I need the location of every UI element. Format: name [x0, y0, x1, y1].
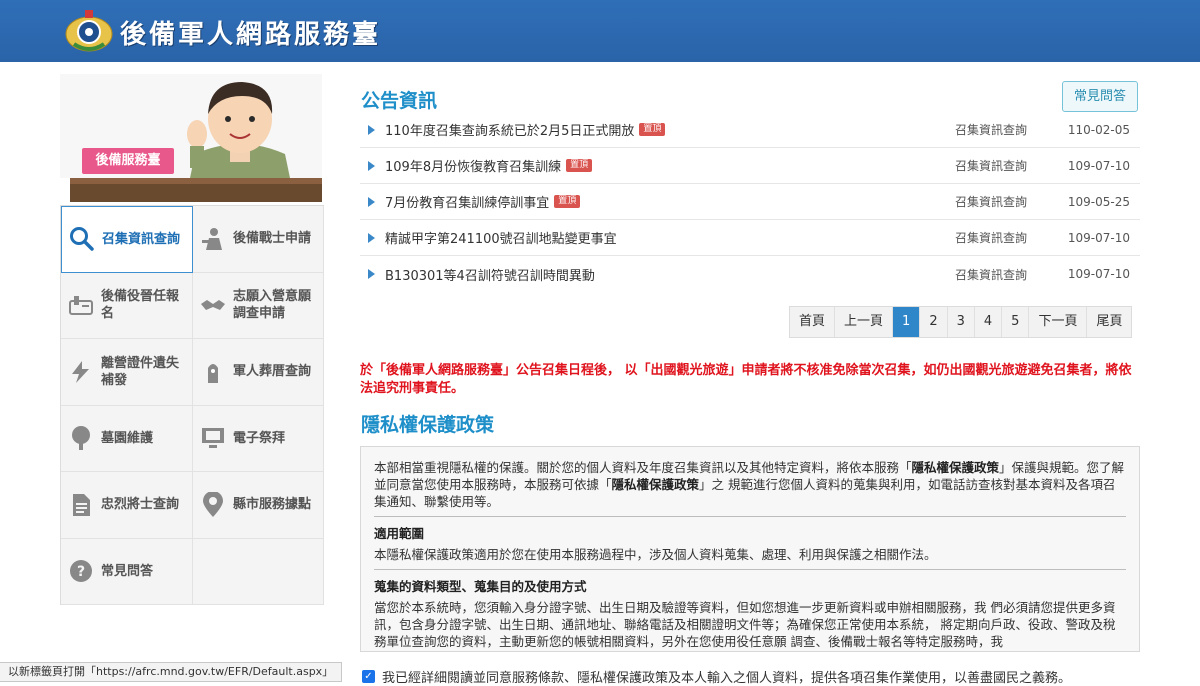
menu-item-faq[interactable]: ? 常見問答	[61, 538, 193, 605]
announcement-row[interactable]: 7月份教育召集訓練停訓事宜 置頂 召集資訊查詢 109-05-25	[360, 184, 1140, 220]
hero-illustration: 後備服務臺	[60, 74, 322, 204]
announcement-link[interactable]: 7月份教育召集訓練停訓事宜 置頂	[385, 192, 955, 211]
collection-heading: 蒐集的資料類型、蒐集目的及使用方式	[374, 579, 587, 594]
announcements-title: 公告資訊	[361, 90, 438, 112]
announcement-category: 召集資訊查詢	[955, 123, 1028, 137]
pinned-badge: 置頂	[554, 195, 581, 208]
warning-notice: 於「後備軍人網路服務臺」公告召集日程後， 以「出國觀光旅遊」申請者將不核准免除當…	[360, 363, 1132, 396]
browser-status-bar: 以新標籤頁打開「https://afrc.mnd.gov.tw/EFR/Defa…	[0, 662, 343, 682]
privacy-title: 隱私權保護政策	[361, 414, 495, 436]
menu-item-label: 志願入營意願調查申請	[233, 289, 312, 322]
last-page-button[interactable]: 尾頁	[1087, 307, 1131, 337]
tree-icon	[67, 424, 95, 452]
desk	[70, 178, 322, 202]
menu-item-label: 離營證件遺失補發	[101, 355, 180, 388]
announcement-row[interactable]: 精誠甲字第241100號召訓地點變更事宜 召集資訊查詢 109-07-10	[360, 220, 1140, 256]
announcement-link[interactable]: 109年8月份恢復教育召集訓練 置頂	[385, 156, 955, 175]
page-5-button[interactable]: 5	[1002, 307, 1030, 337]
menu-empty-cell	[193, 538, 324, 605]
announcement-category: 召集資訊查詢	[955, 159, 1028, 173]
map-pin-icon	[199, 491, 227, 519]
announcement-list: 110年度召集查詢系統已於2月5日正式開放 置頂 召集資訊查詢 110-02-05…	[360, 112, 1140, 292]
site-header: 後備軍人網路服務臺	[0, 0, 1200, 62]
menu-item-label: 召集資訊查詢	[102, 231, 181, 247]
menu-item-label: 常見問答	[101, 563, 154, 579]
agree-checkbox[interactable]: ✓	[362, 670, 375, 683]
menu-item-label: 電子祭拜	[233, 430, 286, 446]
announcement-date: 109-07-10	[1067, 267, 1130, 281]
bullet-triangle-icon	[368, 269, 375, 279]
announcement-date: 109-05-25	[1067, 194, 1130, 209]
faq-button[interactable]: 常見問答	[1062, 81, 1138, 112]
announcement-date: 109-07-10	[1067, 158, 1130, 173]
agreement-row: ✓ 我已經詳細閱讀並同意服務條款、隱私權保護政策及本人輸入之個人資料，提供各項召…	[362, 667, 1071, 686]
pinned-badge: 置頂	[639, 123, 666, 136]
search-icon	[68, 225, 96, 253]
bullet-triangle-icon	[368, 196, 375, 207]
announcement-row[interactable]: 109年8月份恢復教育召集訓練 置頂 召集資訊查詢 109-07-10	[360, 148, 1140, 184]
document-icon	[67, 491, 95, 519]
menu-item-burial-query[interactable]: 軍人葬厝查詢	[193, 339, 324, 406]
announcement-link[interactable]: B130301等4召訓符號召訓時間異動	[385, 265, 955, 284]
soldier-icon	[199, 225, 227, 253]
announcement-category: 召集資訊查詢	[955, 267, 1028, 282]
emblem-logo-icon[interactable]	[64, 8, 114, 54]
monitor-icon	[199, 424, 227, 452]
tombstone-icon	[199, 358, 227, 386]
page-4-button[interactable]: 4	[975, 307, 1003, 337]
prev-page-button[interactable]: 上一頁	[835, 307, 894, 337]
menu-item-label: 墓園維護	[101, 430, 154, 446]
menu-item-call-info[interactable]: 召集資訊查詢	[61, 206, 193, 273]
menu-item-volunteer-survey[interactable]: 志願入營意願調查申請	[193, 272, 324, 339]
menu-item-label: 後備戰士申請	[233, 231, 312, 247]
divider	[374, 516, 1126, 517]
lightning-icon	[67, 358, 95, 386]
collection-text: 當您於本系統時，您須輸入身分證字號、出生日期及驗證等資料，但如您想進一步更新資料…	[374, 600, 1116, 649]
desk-sign: 後備服務臺	[82, 148, 174, 174]
badge-icon	[67, 291, 95, 319]
announcement-link[interactable]: 110年度召集查詢系統已於2月5日正式開放 置頂	[385, 120, 955, 139]
page-1-button[interactable]: 1	[893, 307, 921, 337]
announcement-date: 109-07-10	[1067, 230, 1130, 245]
bullet-triangle-icon	[368, 124, 375, 135]
page-2-button[interactable]: 2	[920, 307, 948, 337]
menu-item-cemetery-maintenance[interactable]: 墓園維護	[61, 405, 193, 472]
divider	[374, 569, 1126, 570]
announcement-date: 110-02-05	[1067, 122, 1130, 137]
scope-heading: 適用範圍	[374, 526, 425, 541]
question-icon: ?	[67, 557, 95, 585]
menu-item-label: 縣市服務據點	[233, 497, 312, 513]
announcement-row[interactable]: 110年度召集查詢系統已於2月5日正式開放 置頂 召集資訊查詢 110-02-05	[360, 112, 1140, 148]
site-title: 後備軍人網路服務臺	[120, 20, 382, 50]
menu-item-reserve-warrior[interactable]: 後備戰士申請	[193, 206, 324, 273]
page-3-button[interactable]: 3	[948, 307, 975, 337]
pinned-badge: 置頂	[566, 159, 593, 172]
menu-item-service-locations[interactable]: 縣市服務據點	[193, 472, 324, 539]
menu-item-label: 後備役晉任報名	[101, 289, 180, 322]
menu-item-promotion-signup[interactable]: 後備役晉任報名	[61, 272, 193, 339]
service-menu: 召集資訊查詢 後備戰士申請 後備役晉任報名 志願入營意願調查申請 離營證件遺失補…	[60, 205, 324, 605]
menu-item-e-memorial[interactable]: 電子祭拜	[193, 405, 324, 472]
announcement-row[interactable]: B130301等4召訓符號召訓時間異動 召集資訊查詢 109-07-10	[360, 256, 1140, 292]
menu-item-martyr-query[interactable]: 忠烈將士查詢	[61, 472, 193, 539]
menu-item-certificate-reissue[interactable]: 離營證件遺失補發	[61, 339, 193, 406]
first-page-button[interactable]: 首頁	[790, 307, 836, 337]
agree-label: 我已經詳細閱讀並同意服務條款、隱私權保護政策及本人輸入之個人資料，提供各項召集作…	[382, 671, 1072, 686]
announcement-category: 召集資訊查詢	[955, 231, 1028, 245]
scope-text: 本隱私權保護政策適用於您在使用本服務過程中，涉及個人資料蒐集、處理、利用與保護之…	[374, 547, 937, 562]
svg-text:?: ?	[77, 564, 85, 580]
announcement-category: 召集資訊查詢	[955, 195, 1028, 209]
bullet-triangle-icon	[368, 232, 375, 243]
menu-item-label: 忠烈將士查詢	[101, 497, 180, 513]
privacy-policy-box[interactable]: 本部相當重視隱私權的保護。關於您的個人資料及年度召集資訊以及其他特定資料，將依本…	[360, 446, 1140, 652]
handshake-icon	[199, 291, 227, 319]
pagination: 首頁 上一頁 1 2 3 4 5 下一頁 尾頁	[789, 306, 1133, 338]
next-page-button[interactable]: 下一頁	[1029, 307, 1088, 337]
announcement-link[interactable]: 精誠甲字第241100號召訓地點變更事宜	[385, 228, 955, 247]
bullet-triangle-icon	[368, 160, 375, 171]
privacy-intro: 本部相當重視隱私權的保護。關於您的個人資料及年度召集資訊以及其他特定資料，將依本…	[374, 460, 1125, 509]
menu-item-label: 軍人葬厝查詢	[233, 364, 312, 380]
